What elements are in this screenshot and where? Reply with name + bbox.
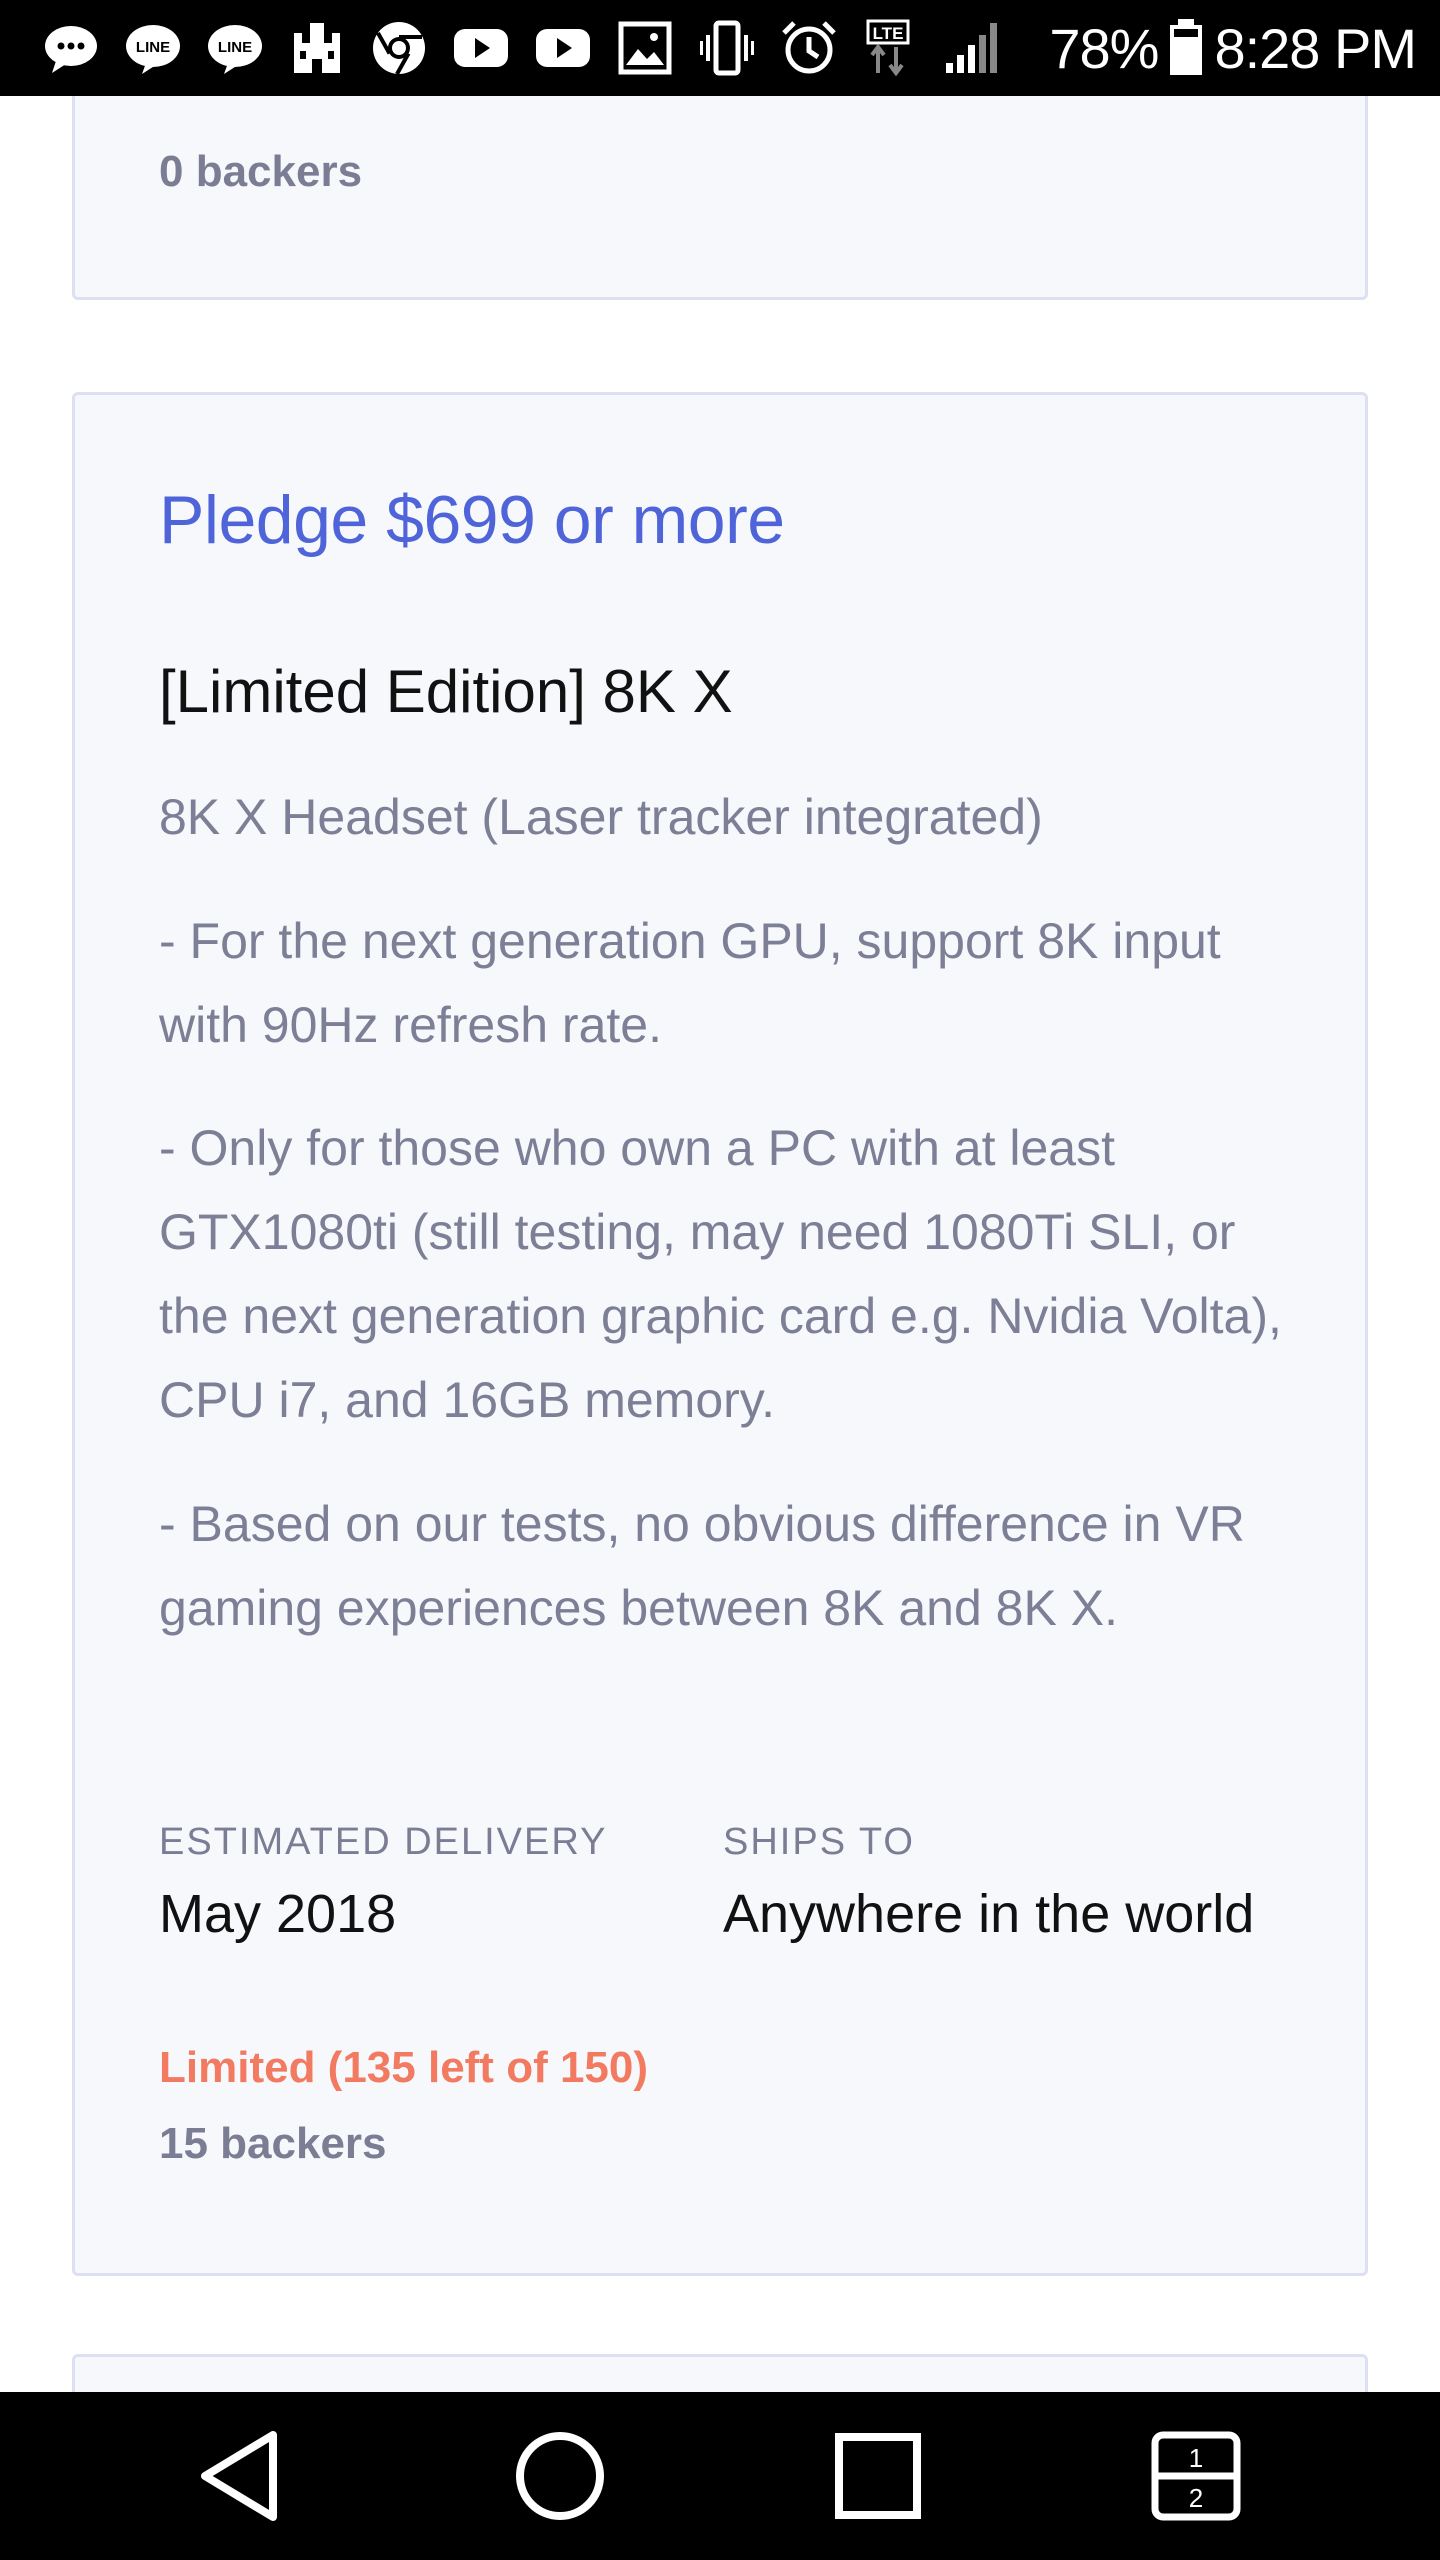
back-icon — [201, 2431, 277, 2521]
chrome-icon — [370, 19, 428, 77]
svg-text:LTE: LTE — [873, 24, 904, 43]
limited-badge: Limited (135 left of 150) — [159, 2043, 649, 2092]
dual-window-button[interactable]: 1 2 — [1136, 2416, 1256, 2536]
recents-button[interactable] — [818, 2416, 938, 2536]
reward-description-line: 8K X Headset (Laser tracker integrated) — [159, 789, 1043, 845]
notification-icons: LINE LINE LTE — [0, 19, 1002, 77]
reward-list[interactable]: 0 backers Pledge $699 or more [Limited E… — [0, 96, 1440, 2392]
signal-icon — [944, 19, 1002, 77]
reward-card-next[interactable] — [72, 2354, 1368, 2392]
vibrate-icon — [698, 19, 756, 77]
navigation-bar: 1 2 — [0, 2392, 1440, 2560]
home-button[interactable] — [500, 2416, 620, 2536]
youtube-icon — [452, 19, 510, 77]
clock: 8:28 PM — [1214, 16, 1417, 80]
castle-icon — [288, 19, 346, 77]
dual-window-number: 1 — [1189, 2443, 1203, 2473]
ships-to-value: Anywhere in the world — [723, 1884, 1255, 1944]
reward-description-line: - Based on our tests, no obvious differe… — [159, 1496, 1245, 1636]
backers-count: 15 backers — [159, 2119, 387, 2168]
lte-icon: LTE — [862, 19, 920, 77]
delivery-value: May 2018 — [159, 1884, 397, 1944]
svg-text:LINE: LINE — [136, 39, 170, 56]
line-icon: LINE — [124, 19, 182, 77]
gallery-icon — [616, 19, 674, 77]
backers-count: 0 backers — [159, 147, 363, 196]
line-icon: LINE — [206, 19, 264, 77]
more-messages-icon — [42, 19, 100, 77]
battery-percent: 78% — [1049, 16, 1159, 80]
status-bar: LINE LINE LTE 78% 8:28 PM — [0, 0, 1440, 96]
dual-window-icon: 1 2 — [1151, 2431, 1241, 2521]
back-button[interactable] — [186, 2416, 306, 2536]
ships-to-label: SHIPS TO — [723, 1821, 915, 1863]
home-icon — [516, 2432, 604, 2520]
battery-icon — [1168, 19, 1204, 77]
svg-text:LINE: LINE — [218, 39, 252, 56]
reward-description-line: - For the next generation GPU, support 8… — [159, 913, 1221, 1053]
reward-title: [Limited Edition] 8K X — [159, 658, 733, 725]
dual-window-number: 2 — [1189, 2483, 1203, 2513]
reward-card-previous[interactable]: 0 backers — [72, 96, 1368, 300]
alarm-icon — [780, 19, 838, 77]
reward-card[interactable]: Pledge $699 or more [Limited Edition] 8K… — [72, 392, 1368, 2276]
delivery-label: ESTIMATED DELIVERY — [159, 1821, 608, 1863]
youtube-icon — [534, 19, 592, 77]
pledge-amount: Pledge $699 or more — [159, 482, 785, 558]
reward-description-line: - Only for those who own a PC with at le… — [159, 1120, 1282, 1428]
status-right: 78% 8:28 PM — [1049, 0, 1417, 96]
recents-icon — [835, 2433, 921, 2519]
